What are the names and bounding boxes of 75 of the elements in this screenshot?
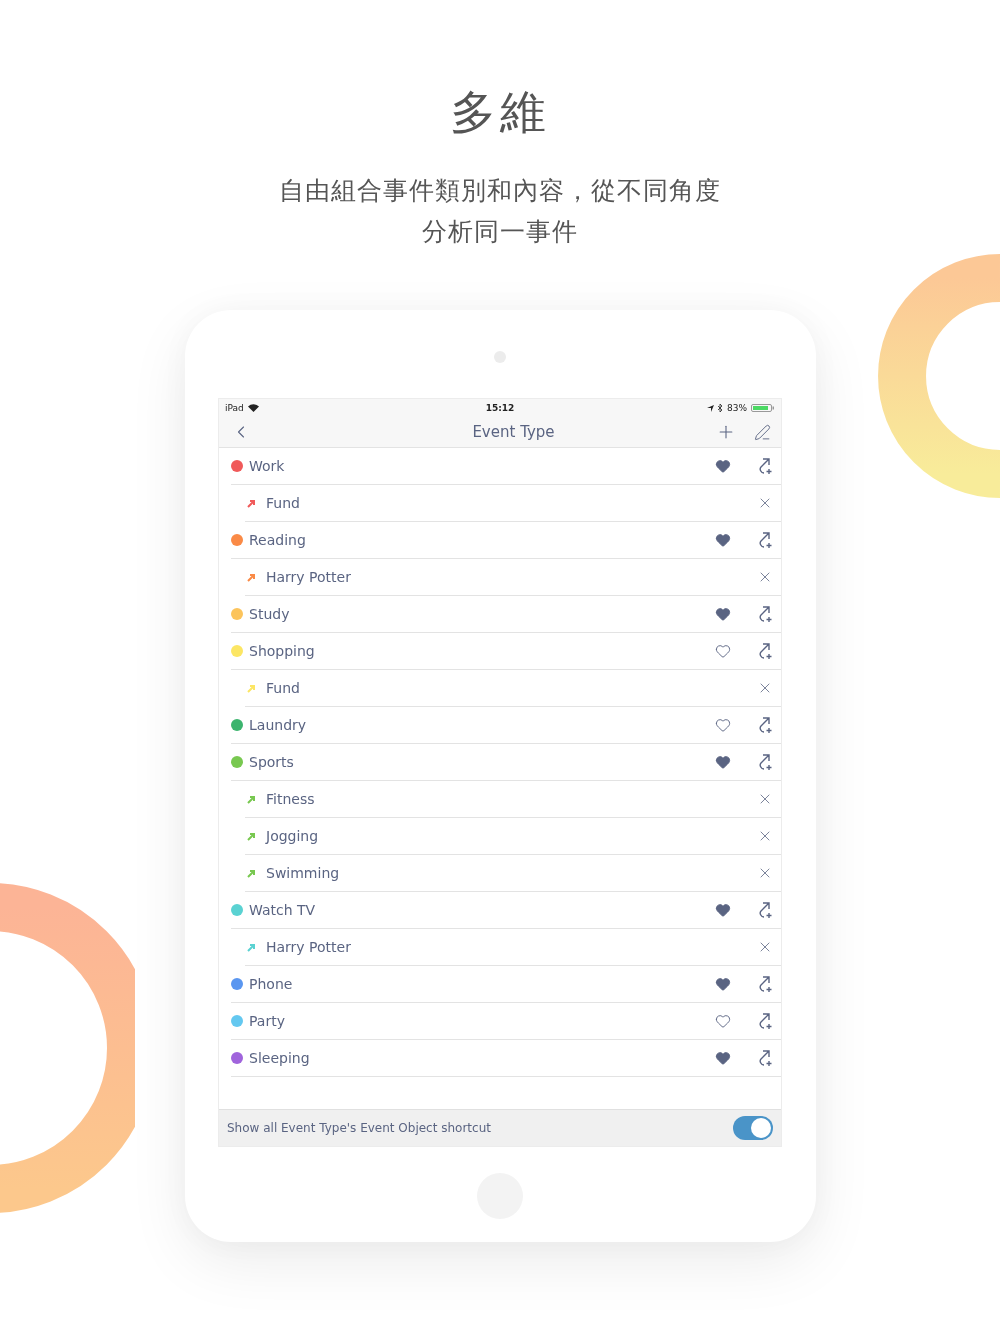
heart-icon[interactable] — [715, 1050, 731, 1066]
battery-percent: 83% — [727, 403, 747, 413]
event-object-name: Fund — [266, 495, 301, 511]
arrow-icon — [247, 942, 256, 952]
share-add-icon — [757, 531, 773, 549]
headline: 多維 — [450, 84, 550, 141]
event-type-row[interactable]: Shopping — [231, 633, 781, 670]
share-add-icon — [757, 457, 773, 475]
event-type-row[interactable]: Watch TV — [231, 892, 781, 929]
event-type-name: Work — [249, 458, 286, 474]
event-type-row[interactable]: Sleeping — [231, 1040, 781, 1077]
event-type-row[interactable]: Sports — [231, 744, 781, 781]
arrow-icon — [247, 572, 256, 582]
arrow-icon — [247, 831, 256, 841]
event-type-name: Sleeping — [249, 1050, 311, 1066]
share-add-icon — [757, 753, 773, 771]
event-object-name: Fitness — [266, 791, 316, 807]
wifi-icon — [247, 404, 259, 412]
heart-icon[interactable] — [715, 717, 731, 733]
share-add-icon — [757, 605, 773, 623]
bluetooth-icon — [718, 404, 723, 412]
event-object-name: Harry Potter — [266, 569, 352, 585]
event-type-name: Party — [249, 1013, 286, 1029]
arrow-icon — [247, 683, 256, 693]
share-add-icon — [757, 642, 773, 660]
clock: 15:12 — [485, 403, 515, 413]
event-object-name: Swimming — [266, 865, 341, 881]
share-add-icon — [757, 716, 773, 734]
event-object-row[interactable]: Fund — [245, 485, 781, 522]
arrow-icon — [247, 794, 256, 804]
event-type-row[interactable]: Study — [231, 596, 781, 633]
event-object-name: Harry Potter — [266, 939, 352, 955]
edit-icon[interactable] — [754, 423, 771, 441]
event-type-name: Study — [249, 606, 291, 622]
heart-icon[interactable] — [715, 606, 731, 622]
heart-icon[interactable] — [715, 532, 731, 548]
share-add-icon — [757, 901, 773, 919]
arrow-icon — [247, 868, 256, 878]
heart-icon[interactable] — [715, 458, 731, 474]
subtitle: 自由組合事件類別和內容，從不同角度 — [279, 175, 721, 207]
location-icon — [707, 404, 714, 412]
heart-icon[interactable] — [715, 902, 731, 918]
event-type-row[interactable]: Work — [231, 448, 781, 485]
event-type-row[interactable]: Laundry — [231, 707, 781, 744]
event-type-name: Sports — [249, 754, 295, 770]
subtitle: 分析同一事件 — [422, 216, 578, 248]
shortcut-label: Show all Event Type's Event Object shortcut — [227, 1121, 491, 1135]
heart-icon[interactable] — [715, 643, 731, 659]
event-object-name: Fund — [266, 680, 301, 696]
event-object-row[interactable]: Fitness — [245, 781, 781, 818]
event-object-name: Jogging — [266, 828, 320, 844]
event-type-name: Phone — [249, 976, 294, 992]
event-type-name: Reading — [249, 532, 307, 548]
nav-title: Event Type — [471, 423, 556, 441]
device-name: iPad — [225, 403, 244, 413]
shortcut-toggle[interactable] — [733, 1116, 773, 1140]
share-add-icon — [757, 975, 773, 993]
event-type-name: Shopping — [249, 643, 316, 659]
event-type-name: Laundry — [249, 717, 308, 733]
battery-icon — [751, 404, 775, 412]
event-object-row[interactable]: Harry Potter — [245, 929, 781, 966]
event-type-row[interactable]: Reading — [231, 522, 781, 559]
event-object-row[interactable]: Harry Potter — [245, 559, 781, 596]
heart-icon[interactable] — [715, 754, 731, 770]
share-add-icon — [757, 1049, 773, 1067]
arrow-icon — [247, 498, 256, 508]
event-type-row[interactable]: Phone — [231, 966, 781, 1003]
event-type-name: Watch TV — [249, 902, 317, 918]
event-object-row[interactable]: Swimming — [245, 855, 781, 892]
heart-icon[interactable] — [715, 976, 731, 992]
share-add-icon — [757, 1012, 773, 1030]
event-type-row[interactable]: Party — [231, 1003, 781, 1040]
heart-icon[interactable] — [715, 1013, 731, 1029]
event-object-row[interactable]: Fund — [245, 670, 781, 707]
event-object-row[interactable]: Jogging — [245, 818, 781, 855]
